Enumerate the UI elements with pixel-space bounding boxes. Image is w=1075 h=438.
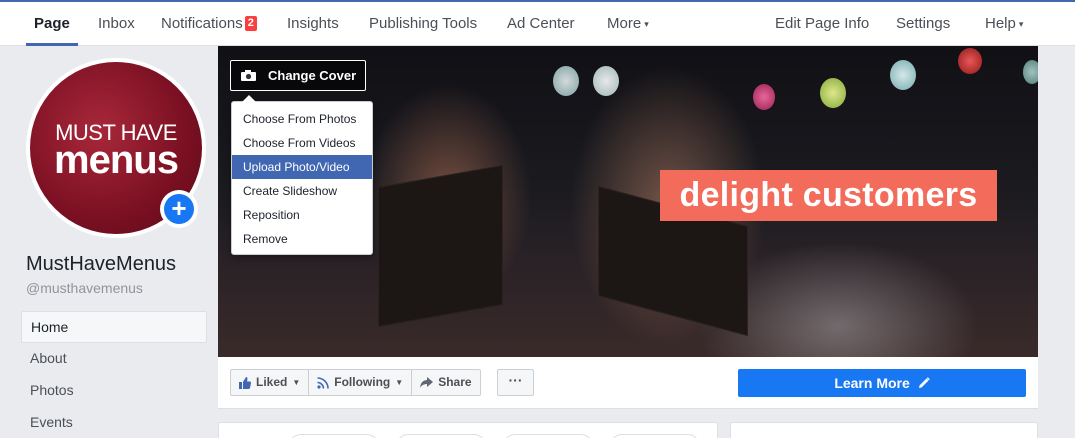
more-options-button[interactable]: ··· [497,369,534,396]
string-light [1023,60,1038,84]
tab-more[interactable]: More ▾ [607,2,649,46]
menu-item-choose-from-videos[interactable]: Choose From Videos [232,131,372,155]
rss-icon [317,376,330,389]
menu-item-create-slideshow[interactable]: Create Slideshow [232,179,372,203]
composer-card [218,422,718,438]
tab-publishing-tools[interactable]: Publishing Tools [369,2,477,46]
page-top-nav: Page Inbox Notifications 2 Insights Publi… [0,0,1075,46]
menu-item-choose-from-photos[interactable]: Choose From Photos [232,107,372,131]
change-cover-label: Change Cover [268,68,357,83]
tab-insights-label: Insights [287,15,339,32]
string-light [753,84,775,110]
action-button-group: Liked ▼ Following ▼ Share [230,369,481,396]
string-light [553,66,579,96]
tab-edit-page-info[interactable]: Edit Page Info [775,2,869,46]
tab-edit-page-info-label: Edit Page Info [775,15,870,32]
tab-page-label: Page [34,15,70,32]
string-light [890,60,916,90]
tab-help[interactable]: Help ▾ [985,2,1023,46]
share-button[interactable]: Share [412,370,479,395]
composer-tab[interactable] [289,434,379,438]
sidebar-item-photos[interactable]: Photos [21,375,207,407]
composer-tab[interactable] [610,434,700,438]
following-label: Following [334,375,391,389]
menu-item-upload-photo-video[interactable]: Upload Photo/Video [232,155,372,179]
menu-item-remove[interactable]: Remove [232,227,372,251]
thumbs-up-icon [239,376,251,389]
tab-notifications-label: Notifications [161,15,243,32]
tab-publishing-tools-label: Publishing Tools [369,15,478,32]
logo-text-bottom: menus [54,138,179,182]
chevron-down-icon: ▼ [292,378,301,387]
string-light [593,66,619,96]
tab-more-label: More [607,15,642,32]
tab-settings-label: Settings [896,15,951,32]
tab-ad-center[interactable]: Ad Center [507,2,575,46]
liked-label: Liked [256,375,288,389]
string-light [958,48,982,74]
liked-button[interactable]: Liked ▼ [231,370,310,395]
tab-notifications[interactable]: Notifications 2 [161,2,257,46]
page-sidebar-nav: Home About Photos Events [21,311,207,438]
composer-tab[interactable] [396,434,486,438]
pencil-icon [918,377,930,388]
menu-prop [378,164,503,328]
camera-icon [241,70,256,81]
page-username[interactable]: @musthavemenus [26,280,143,296]
change-cover-button[interactable]: Change Cover [230,60,366,91]
change-cover-menu: Choose From Photos Choose From Videos Up… [231,95,373,255]
sidebar-item-events[interactable]: Events [21,407,207,438]
following-button[interactable]: Following ▼ [309,370,413,395]
plus-icon: + [164,194,194,224]
share-arrow-icon [420,377,434,388]
tab-page[interactable]: Page [26,2,78,46]
menu-item-reposition[interactable]: Reposition [232,203,372,227]
share-label: Share [438,375,472,389]
tab-inbox-label: Inbox [98,15,135,32]
page-action-bar: Liked ▼ Following ▼ Share ··· Learn More [218,357,1038,409]
tab-insights[interactable]: Insights [287,2,339,46]
right-column-card [730,422,1038,438]
tab-help-label: Help [985,15,1016,32]
update-profile-picture-button[interactable]: + [160,190,198,228]
notification-count-badge: 2 [244,16,257,31]
string-light [820,78,846,108]
learn-more-label: Learn More [834,375,910,391]
composer-tab[interactable] [503,434,593,438]
learn-more-button[interactable]: Learn More [738,369,1026,397]
sidebar-item-home[interactable]: Home [21,311,207,343]
tab-ad-center-label: Ad Center [507,15,575,32]
chevron-down-icon: ▾ [1018,19,1024,29]
tab-inbox[interactable]: Inbox [98,2,135,46]
tab-settings[interactable]: Settings [896,2,950,46]
page-name[interactable]: MustHaveMenus [26,253,176,276]
chevron-down-icon: ▼ [395,378,404,387]
cover-overlay-text: delight customers [660,170,997,221]
chevron-down-icon: ▾ [644,19,649,29]
sidebar-item-about[interactable]: About [21,343,207,375]
